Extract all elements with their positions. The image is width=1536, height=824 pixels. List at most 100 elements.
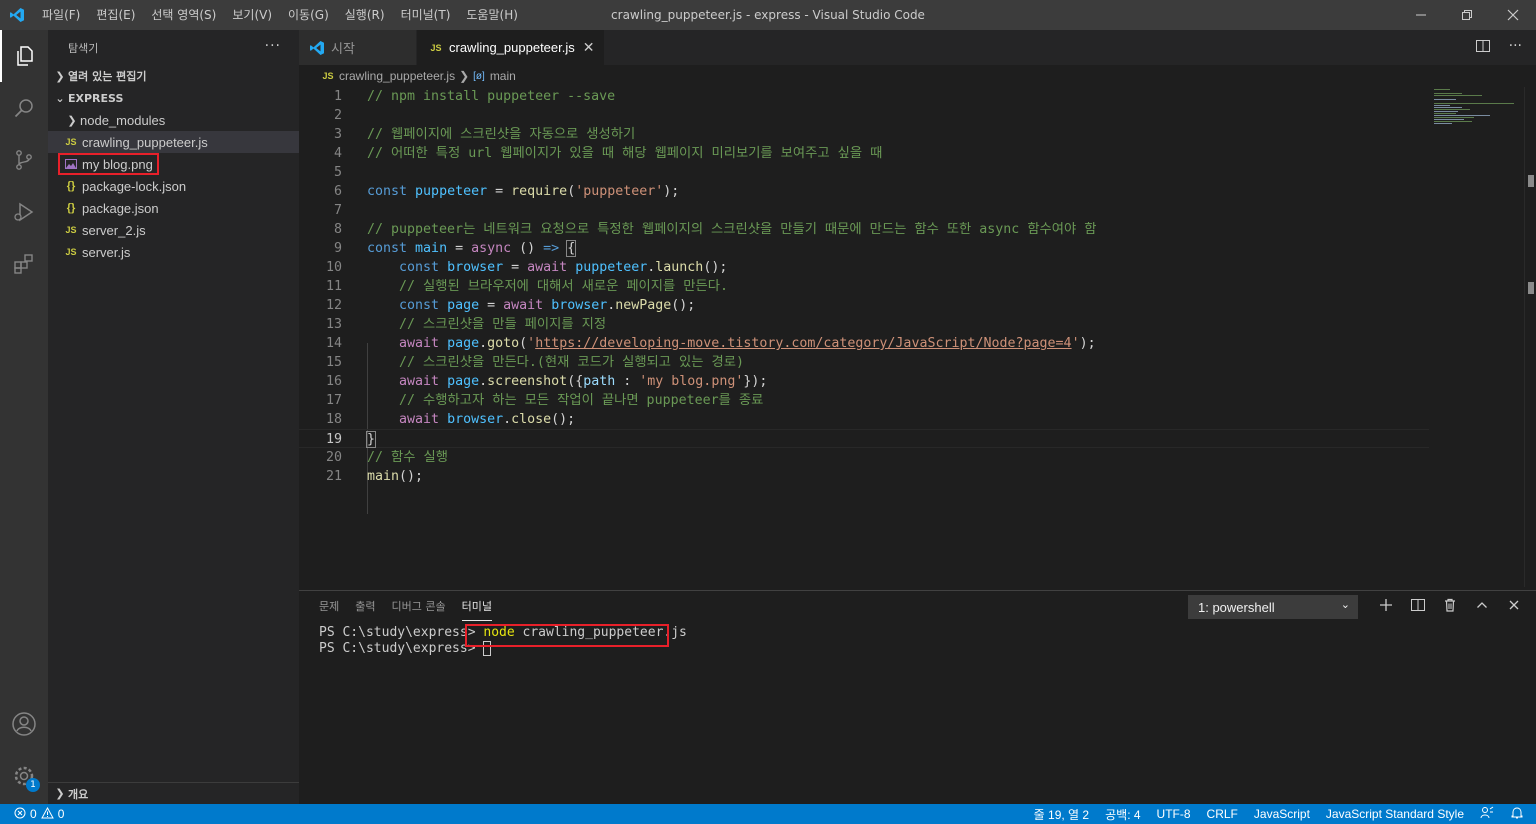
tree-item-server-2[interactable]: JS server_2.js (48, 219, 299, 241)
json-file-icon: {} (66, 202, 76, 214)
status-bar: 0 0 줄 19, 열 2 공백: 4 UTF-8 CRLF JavaScrip… (0, 804, 1536, 824)
vertical-scrollbar[interactable] (1524, 87, 1536, 587)
javascript-file-icon: JS (322, 71, 334, 81)
menu-run[interactable]: 실행(R) (337, 0, 393, 30)
code-line: 15 // 스크린샷을 만든다.(현재 코드가 실행되고 있는 경로) (299, 353, 1429, 372)
tab-problems[interactable]: 문제 (311, 591, 347, 623)
menu-edit[interactable]: 편집(E) (88, 0, 143, 30)
language-mode[interactable]: JavaScript (1254, 807, 1310, 821)
code-editor[interactable]: 1 // npm install puppeteer --save 2 3 // 웹… (299, 87, 1429, 587)
tree-item-package-json[interactable]: {} package.json (48, 197, 299, 219)
minimize-button[interactable] (1398, 0, 1444, 30)
terminal-output[interactable]: PS C:\study\express> node crawling_puppe… (319, 625, 687, 657)
chevron-down-icon: ⌄ (55, 91, 65, 105)
tab-crawling-puppeteer[interactable]: JS crawling_puppeteer.js ✕ (417, 30, 606, 65)
menu-view[interactable]: 보기(V) (224, 0, 280, 30)
outline-section[interactable]: ❯ 개요 (48, 782, 299, 804)
menu-file[interactable]: 파일(F) (34, 0, 88, 30)
new-terminal-icon[interactable] (1378, 597, 1394, 617)
end-of-line[interactable]: CRLF (1207, 807, 1238, 821)
panel-tabs: 문제 출력 디버그 콘솔 터미널 (311, 591, 500, 623)
activity-bar: 1 (0, 30, 48, 804)
source-control-activity[interactable] (0, 134, 48, 186)
source-control-icon (16, 150, 32, 170)
chevron-right-icon: ❯ (55, 69, 65, 83)
terminal-command: node crawling_puppeteer.js (483, 625, 687, 640)
code-line: 2 (299, 106, 1429, 125)
menu-selection[interactable]: 선택 영역(S) (143, 0, 224, 30)
code-line: 8 // puppeteer는 네트워크 요청으로 특정한 웹페이지의 스크린샷을… (299, 220, 1429, 239)
search-activity[interactable] (0, 82, 48, 134)
extensions-icon (14, 254, 33, 274)
line-number: 6 (333, 184, 342, 199)
menu-go[interactable]: 이동(G) (280, 0, 337, 30)
tree-item-label: my blog.png (82, 156, 153, 172)
variable-symbol-icon: [ø] (473, 70, 485, 82)
menu-help[interactable]: 도움말(H) (458, 0, 526, 30)
indentation[interactable]: 공백: 4 (1105, 806, 1140, 823)
notifications-bell-icon[interactable] (1510, 806, 1524, 823)
line-text: // npm install puppeteer --save (367, 89, 616, 104)
code-line: 13 // 스크린샷을 만들 페이지를 지정 (299, 315, 1429, 334)
more-actions-button[interactable]: ··· (265, 38, 281, 54)
chevron-up-icon[interactable] (1474, 597, 1490, 617)
run-debug-activity[interactable] (0, 186, 48, 238)
tree-item-crawling-puppeteer[interactable]: JS crawling_puppeteer.js (48, 131, 299, 153)
line-number: 1 (333, 89, 342, 104)
manage-activity[interactable]: 1 (0, 750, 48, 802)
tree-item-label: server_2.js (82, 222, 146, 238)
code-line-current: 19} (299, 429, 1429, 448)
line-number: 10 (325, 260, 342, 275)
minimap[interactable] (1429, 87, 1524, 587)
explorer-activity[interactable] (0, 30, 48, 82)
breadcrumb-file[interactable]: crawling_puppeteer.js (339, 69, 455, 83)
close-window-button[interactable] (1490, 0, 1536, 30)
cursor-position[interactable]: 줄 19, 열 2 (1034, 806, 1089, 823)
code-line: 11 // 실행된 브라우저에 대해서 새로운 페이지를 만든다. (299, 277, 1429, 296)
error-icon (14, 807, 26, 822)
command-args: crawling_puppeteer.js (514, 625, 687, 640)
problems-status[interactable]: 0 0 (0, 806, 64, 822)
split-editor-icon[interactable] (1475, 38, 1491, 58)
code-line: 7 (299, 201, 1429, 220)
extensions-activity[interactable] (0, 238, 48, 290)
tree-item-node-modules[interactable]: ❯ node_modules (48, 109, 299, 131)
feedback-icon[interactable] (1480, 806, 1494, 823)
line-text: const page = await browser.newPage(); (399, 298, 696, 313)
menu-terminal[interactable]: 터미널(T) (393, 0, 459, 30)
error-count: 0 (30, 807, 37, 821)
line-text: // 스크린샷을 만든다.(현재 코드가 실행되고 있는 경로) (367, 355, 744, 370)
line-text: await page.goto('https://developing-move… (399, 336, 1096, 351)
tab-output[interactable]: 출력 (347, 591, 383, 623)
title-bar: 파일(F) 편집(E) 선택 영역(S) 보기(V) 이동(G) 실행(R) 터… (0, 0, 1536, 30)
tree-item-server[interactable]: JS server.js (48, 241, 299, 263)
line-text: const browser = await puppeteer.launch()… (399, 260, 728, 275)
tree-item-package-lock[interactable]: {} package-lock.json (48, 175, 299, 197)
split-terminal-icon[interactable] (1410, 597, 1426, 617)
scroll-marker (1528, 175, 1534, 187)
tab-terminal[interactable]: 터미널 (454, 591, 500, 623)
more-actions-icon[interactable]: ··· (1509, 38, 1522, 58)
terminal-select[interactable]: 1: powershell ⌄ (1188, 595, 1358, 619)
javascript-file-icon: JS (65, 247, 77, 257)
tab-debug-console[interactable]: 디버그 콘솔 (384, 591, 454, 623)
trash-icon[interactable] (1442, 597, 1458, 617)
accounts-activity[interactable] (0, 698, 48, 750)
tab-welcome[interactable]: 시작 (299, 30, 417, 65)
tree-item-my-blog-png[interactable]: my blog.png (48, 153, 299, 175)
restore-button[interactable] (1444, 0, 1490, 30)
line-number: 14 (325, 336, 342, 351)
linter-status[interactable]: JavaScript Standard Style (1326, 807, 1464, 821)
close-tab-button[interactable]: ✕ (583, 39, 595, 56)
line-text: // 스크린샷을 만들 페이지를 지정 (367, 317, 607, 332)
encoding[interactable]: UTF-8 (1157, 807, 1191, 821)
close-icon[interactable] (1506, 597, 1522, 617)
warning-icon (40, 806, 54, 822)
open-editors-section[interactable]: ❯ 열려 있는 편집기 (48, 65, 299, 87)
panel-actions (1378, 597, 1522, 617)
code-line: 4 // 어떠한 특정 url 웹페이지가 있을 때 해당 웹페이지 미리보기를 … (299, 144, 1429, 163)
account-icon (12, 712, 36, 736)
breadcrumb-symbol[interactable]: main (490, 69, 516, 83)
settings-badge: 1 (26, 778, 40, 792)
project-section[interactable]: ⌄ EXPRESS (48, 87, 299, 109)
